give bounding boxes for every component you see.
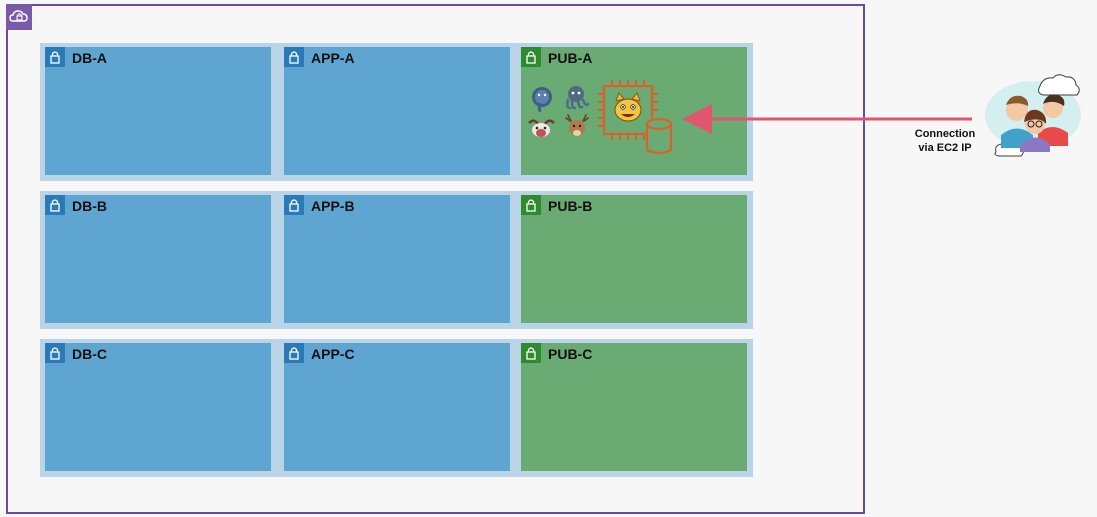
octopus-icon: [566, 86, 590, 110]
users-group-icon: [985, 74, 1081, 157]
cat-face-icon: [614, 92, 642, 122]
gnu-icon: [528, 119, 555, 137]
deer-icon: [565, 114, 589, 136]
vpc-diagram: DB-A APP-A PUB-A DB-B APP-B PUB-B DB-C A…: [0, 0, 1097, 517]
connection-label-line2: via EC2 IP: [918, 142, 972, 154]
connection-label-line1: Connection: [914, 128, 976, 140]
postgres-elephant-icon: [532, 87, 552, 113]
connection-label: Connection via EC2 IP: [900, 127, 990, 155]
diagram-overlay: [528, 74, 1081, 157]
database-cylinder-icon: [645, 117, 673, 155]
